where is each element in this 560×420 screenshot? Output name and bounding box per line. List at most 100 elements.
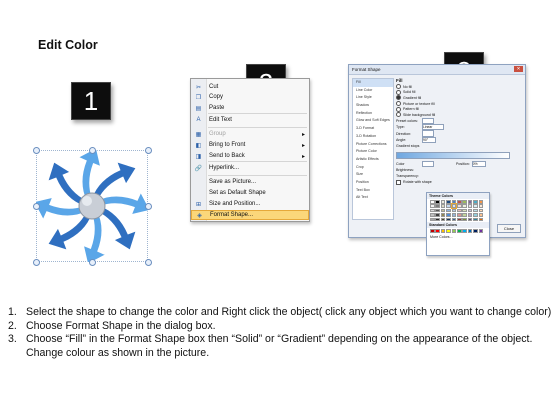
resize-handle[interactable]: [145, 259, 152, 266]
nav-item-reflection[interactable]: Reflection: [353, 110, 393, 118]
nav-item-picture-corrections[interactable]: Picture Corrections: [353, 141, 393, 149]
radio-button[interactable]: [396, 112, 401, 118]
color-swatch[interactable]: [430, 213, 435, 217]
nav-item-shadow[interactable]: Shadow: [353, 102, 393, 110]
color-swatch[interactable]: [456, 204, 462, 208]
rotate-checkbox-row[interactable]: Rotate with shape: [396, 179, 522, 186]
color-swatch[interactable]: [435, 229, 440, 233]
menu-item-bring-to-front[interactable]: ◧ Bring to Front ▸: [191, 140, 309, 150]
color-swatch[interactable]: [473, 200, 478, 204]
color-swatch[interactable]: [473, 213, 478, 217]
color-swatch[interactable]: [446, 213, 451, 217]
color-swatch[interactable]: [478, 213, 484, 217]
color-swatch[interactable]: [451, 229, 457, 233]
field-value[interactable]: 90°: [422, 136, 436, 144]
nav-item-fill[interactable]: Fill: [353, 79, 393, 87]
color-swatch[interactable]: [456, 200, 462, 204]
color-swatch[interactable]: [473, 208, 478, 213]
color-swatch[interactable]: [440, 204, 446, 208]
menu-item-format-shape[interactable]: ◈ Format Shape...: [191, 210, 309, 220]
color-swatch[interactable]: [456, 213, 462, 217]
color-swatch[interactable]: [451, 208, 457, 213]
color-swatch[interactable]: [456, 217, 462, 222]
color-swatch[interactable]: [430, 208, 435, 213]
nav-item-3-d-format[interactable]: 3-D Format: [353, 125, 393, 133]
nav-item-3-d-rotation[interactable]: 3-D Rotation: [353, 133, 393, 141]
close-icon[interactable]: ✕: [514, 66, 523, 72]
color-swatch[interactable]: [435, 213, 440, 217]
color-swatch[interactable]: [430, 217, 435, 222]
menu-item-group[interactable]: ▦ Group ▸: [191, 129, 309, 139]
color-swatch[interactable]: [467, 229, 473, 233]
color-swatch[interactable]: [435, 200, 440, 204]
color-swatch[interactable]: [462, 208, 467, 213]
position-input[interactable]: 0%: [471, 160, 486, 167]
menu-item-set-as-default-shape[interactable]: Set as Default Shape: [191, 188, 309, 198]
color-dropdown[interactable]: [422, 160, 434, 167]
color-swatch[interactable]: [473, 229, 478, 233]
color-swatch[interactable]: [440, 213, 446, 217]
color-swatch[interactable]: [430, 229, 435, 233]
menu-item-paste[interactable]: ▤ Paste: [191, 103, 309, 113]
color-swatch[interactable]: [462, 229, 467, 233]
color-swatch[interactable]: [478, 229, 484, 233]
swirl-arrows-shape[interactable]: [36, 150, 148, 262]
color-swatch[interactable]: [446, 208, 451, 213]
radio-button[interactable]: [396, 95, 401, 101]
resize-handle[interactable]: [145, 147, 152, 154]
nav-item-position[interactable]: Position: [353, 179, 393, 187]
color-swatch[interactable]: [440, 208, 446, 213]
color-swatch[interactable]: [451, 217, 457, 222]
color-swatch[interactable]: [430, 200, 435, 204]
color-swatch[interactable]: [440, 200, 446, 204]
color-swatch[interactable]: [440, 217, 446, 222]
color-swatch[interactable]: [467, 204, 473, 208]
nav-item-picture-color[interactable]: Picture Color: [353, 148, 393, 156]
nav-item-crop[interactable]: Crop: [353, 164, 393, 172]
color-swatch[interactable]: [478, 200, 484, 204]
color-swatch[interactable]: [435, 208, 440, 213]
color-swatch[interactable]: [462, 204, 467, 208]
rotate-checkbox[interactable]: [396, 179, 401, 185]
menu-item-edit-text[interactable]: A Edit Text: [191, 115, 309, 125]
color-swatch[interactable]: [435, 217, 440, 222]
resize-handle[interactable]: [89, 147, 96, 154]
menu-item-save-as-picture[interactable]: Save as Picture...: [191, 177, 309, 187]
radio-button[interactable]: [396, 84, 401, 90]
resize-handle[interactable]: [89, 259, 96, 266]
color-swatch[interactable]: [456, 229, 462, 233]
radio-button[interactable]: [396, 89, 401, 95]
nav-item-line-style[interactable]: Line Style: [353, 94, 393, 102]
color-swatch[interactable]: [440, 229, 446, 233]
menu-item-copy[interactable]: ❐ Copy: [191, 92, 309, 102]
color-swatch[interactable]: [446, 217, 451, 222]
color-swatch[interactable]: [473, 204, 478, 208]
radio-button[interactable]: [396, 101, 401, 107]
menu-item-send-to-back[interactable]: ◨ Send to Back ▸: [191, 151, 309, 161]
color-swatch[interactable]: [450, 203, 458, 209]
color-swatch[interactable]: [467, 200, 473, 204]
color-swatch[interactable]: [478, 208, 484, 213]
menu-item-cut[interactable]: ✂ Cut: [191, 82, 309, 92]
nav-item-glow-and-soft-edges[interactable]: Glow and Soft Edges: [353, 117, 393, 125]
color-swatch[interactable]: [473, 217, 478, 222]
radio-button[interactable]: [396, 106, 401, 112]
more-colors-item[interactable]: More Colors...: [427, 234, 489, 240]
color-swatch[interactable]: [467, 213, 473, 217]
color-swatch[interactable]: [446, 229, 451, 233]
color-swatch[interactable]: [462, 213, 467, 217]
nav-item-text-box[interactable]: Text Box: [353, 187, 393, 195]
color-swatch[interactable]: [446, 204, 451, 208]
color-swatch[interactable]: [462, 200, 467, 204]
nav-item-artistic-effects[interactable]: Artistic Effects: [353, 156, 393, 164]
color-swatch[interactable]: [478, 204, 484, 208]
resize-handle[interactable]: [33, 147, 40, 154]
menu-item-hyperlink[interactable]: 🔗 Hyperlink...: [191, 163, 309, 173]
menu-item-size-and-position[interactable]: ⊞ Size and Position...: [191, 199, 309, 209]
color-swatch[interactable]: [435, 204, 440, 208]
color-swatch[interactable]: [451, 200, 457, 204]
color-swatch[interactable]: [451, 213, 457, 217]
color-swatch[interactable]: [478, 217, 484, 222]
color-swatch[interactable]: [456, 208, 462, 213]
nav-item-size[interactable]: Size: [353, 171, 393, 179]
